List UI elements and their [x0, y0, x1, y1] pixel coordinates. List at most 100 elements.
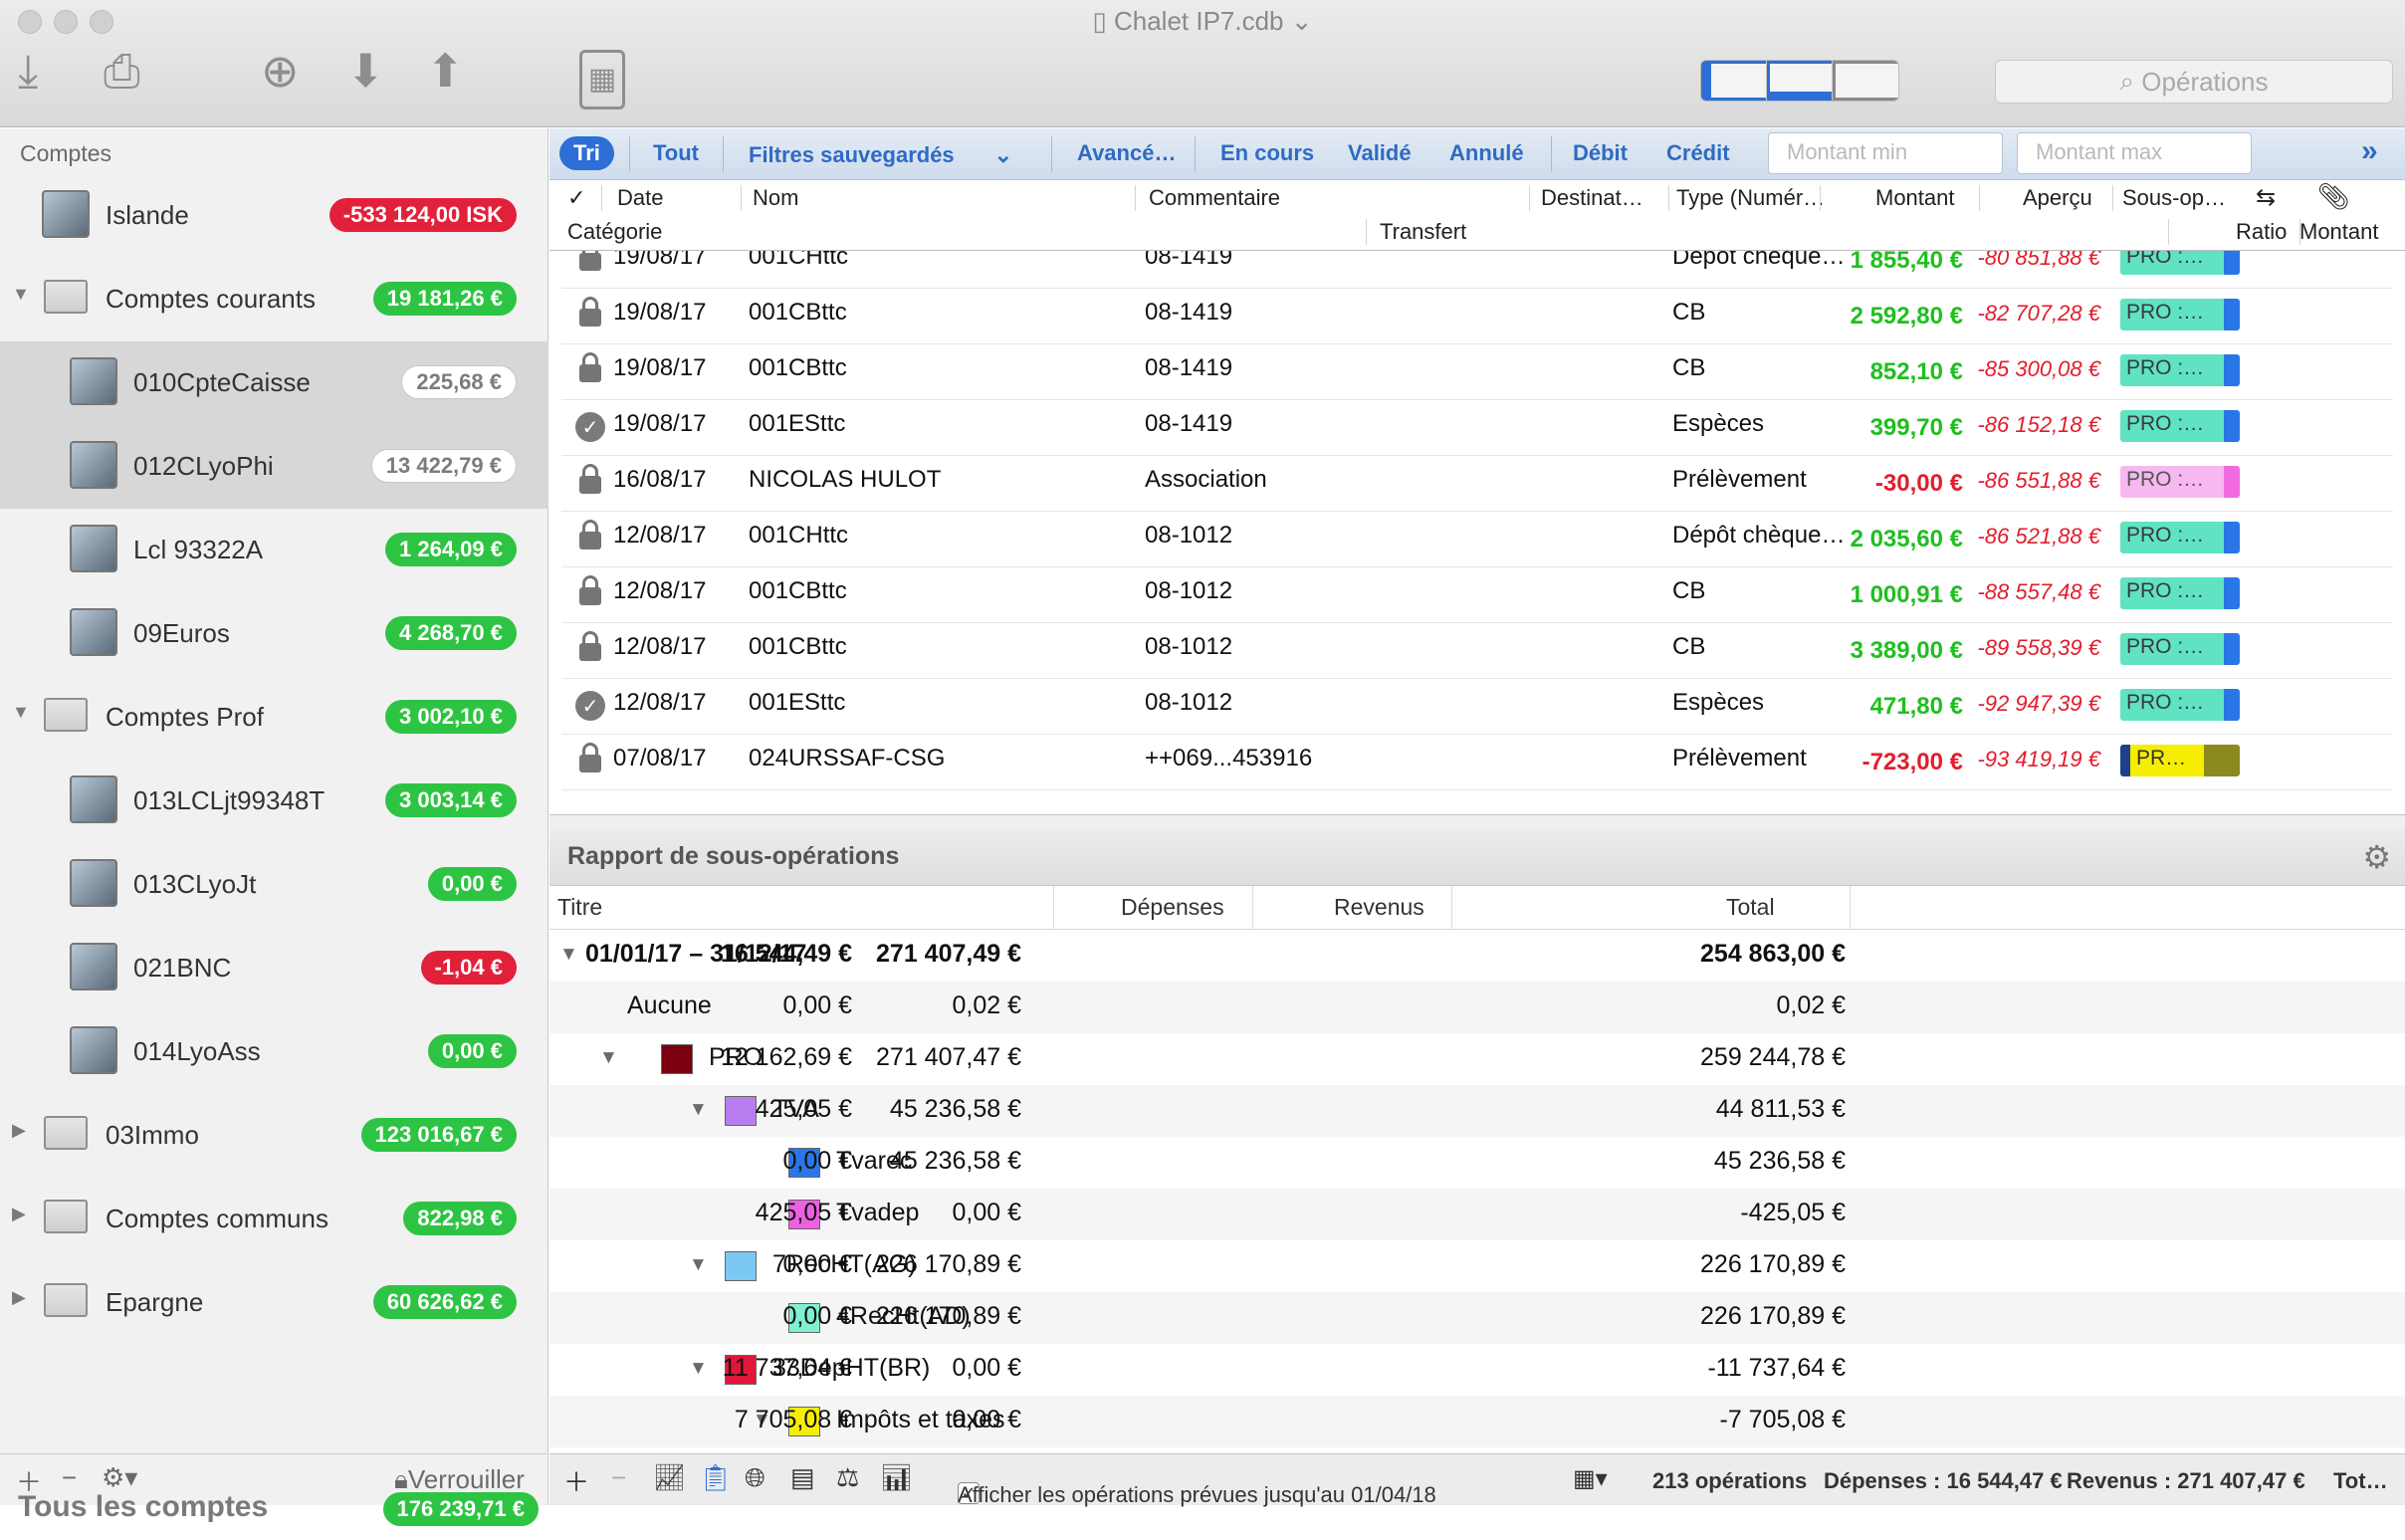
report-col-title[interactable]: Titre [557, 894, 602, 921]
col-ratio[interactable]: Ratio [2236, 219, 2287, 245]
operation-row[interactable]: 19/08/17 001CBttc 08-1419 CB 852,10 € -85 300… [561, 344, 2393, 400]
sort-button[interactable]: Tri [559, 136, 614, 170]
operation-row[interactable]: 19/08/17 001CBttc 08-1419 CB 2 592,80 € -82 7… [561, 289, 2393, 344]
filter-pending[interactable]: En cours [1220, 140, 1314, 166]
checkmark-circle-icon[interactable]: ✓ [575, 691, 605, 721]
account-item[interactable]: 09Euros 4 268,70 € [0, 592, 548, 676]
checkmark-circle-icon[interactable]: ✓ [575, 412, 605, 442]
account-item[interactable]: Lcl 93322A 1 264,09 € [0, 509, 548, 592]
account-group[interactable]: ▶ Epargne 60 626,62 € [0, 1261, 548, 1345]
disclosure-closed-icon[interactable]: ▶ [12, 1287, 26, 1308]
report-row[interactable]: 4RecHt(AD) 0,00 €226 170,89 €226 170,89 € [549, 1292, 2405, 1344]
disclosure-open-icon[interactable]: ▼ [559, 944, 578, 966]
col-amount-2[interactable]: Montant [2299, 219, 2379, 245]
operation-row[interactable]: 19/08/17 001CHttc 08-1419 Dépôt chèque… 1 85… [561, 251, 2393, 289]
account-item[interactable]: 010CpteCaisse 225,68 € [0, 341, 548, 425]
filter-cancelled[interactable]: Annulé [1449, 140, 1524, 166]
account-item[interactable]: Islande -533 124,00 ISK [0, 174, 548, 258]
split-divider[interactable] [549, 814, 2405, 828]
operation-row[interactable]: 07/08/17 024URSSAF-CSG ++069...453916 Prélè… [561, 735, 2393, 790]
disclosure-closed-icon[interactable]: ▶ [12, 1120, 26, 1141]
bar-chart-icon[interactable]: 📊︎ [880, 1462, 913, 1493]
padlock-icon[interactable] [579, 631, 601, 661]
disclosure-open-icon[interactable]: ▼ [12, 702, 30, 723]
transfer-arrows-icon[interactable]: ⇆ [2256, 183, 2276, 212]
filter-all[interactable]: Tout [653, 140, 699, 166]
account-item[interactable]: 014LyoAss 0,00 € [0, 1010, 548, 1094]
table-columns-icon[interactable]: ▦▾ [1573, 1464, 1608, 1493]
filter-debit[interactable]: Débit [1573, 140, 1628, 166]
account-group[interactable]: ▼ Comptes Prof 3 002,10 € [0, 676, 548, 760]
account-item[interactable]: 013LCLjt99348T 3 003,14 € [0, 760, 548, 843]
statement-icon[interactable]: ▤ [790, 1462, 815, 1493]
account-item[interactable]: 013CLyoJt 0,00 € [0, 843, 548, 927]
padlock-icon[interactable] [579, 352, 601, 382]
col-name[interactable]: Nom [753, 185, 798, 211]
subop-tag[interactable]: PRO :… [2120, 354, 2240, 386]
report-icon[interactable]: 📋︎ [699, 1462, 732, 1493]
report-col-expenses[interactable]: Dépenses [1121, 894, 1224, 921]
saved-filters-dropdown[interactable]: Filtres sauvegardés ⌄ [749, 142, 1012, 168]
gear-icon[interactable]: ⚙ [2362, 838, 2391, 876]
subop-tag[interactable]: PRO :… [2120, 466, 2240, 498]
padlock-icon[interactable] [579, 464, 601, 494]
amount-max-input[interactable]: Montant max [2017, 132, 2252, 174]
col-type[interactable]: Type (Numér… [1676, 185, 1825, 211]
line-chart-icon[interactable]: 📈︎ [653, 1462, 686, 1493]
col-category[interactable]: Catégorie [567, 219, 662, 245]
subop-tag[interactable]: PRO :… [2120, 410, 2240, 442]
operation-row[interactable]: 12/08/17 001CBttc 08-1012 CB 1 000,91 € -88 5… [561, 567, 2393, 623]
filter-validated[interactable]: Validé [1348, 140, 1412, 166]
window-title[interactable]: ▯ Chalet IP7.cdb ⌄ [0, 6, 2405, 37]
report-row[interactable]: Aucune 0,00 € 0,02 € 0,02 € [549, 982, 2405, 1033]
report-row[interactable]: Tvarec 0,00 €45 236,58 €45 236,58 € [549, 1137, 2405, 1189]
report-row[interactable]: ▼ TVA 425,05 €45 236,58 €44 811,53 € [549, 1085, 2405, 1137]
padlock-icon[interactable] [579, 575, 601, 605]
gear-menu-button[interactable]: ⚙▾ [102, 1462, 137, 1493]
subop-tag[interactable]: PRO :… [2120, 689, 2240, 721]
subop-tag[interactable]: PRO :… [2120, 251, 2240, 275]
filter-credit[interactable]: Crédit [1666, 140, 1730, 166]
lock-button[interactable]: 🔒︎Verrouiller [394, 1464, 525, 1496]
padlock-icon[interactable] [579, 743, 601, 772]
print-icon[interactable]: ⎙ [104, 48, 140, 94]
arrow-up-icon[interactable]: ⬆ [426, 48, 465, 94]
col-date[interactable]: Date [617, 185, 663, 211]
report-row[interactable]: ▼ PRO 12 162,69 €271 407,47 €259 244,78 € [549, 1033, 2405, 1085]
col-subop[interactable]: Sous-op… [2122, 185, 2226, 211]
report-col-income[interactable]: Revenus [1334, 894, 1424, 921]
expand-filters-icon[interactable]: » [2361, 134, 2378, 168]
operation-row[interactable]: 12/08/17 001CBttc 08-1012 CB 3 389,00 € -89 5… [561, 623, 2393, 679]
subop-tag[interactable]: PRO :… [2120, 522, 2240, 553]
amount-min-input[interactable]: Montant min [1768, 132, 2003, 174]
subop-tag[interactable]: PR… [2120, 745, 2240, 776]
disclosure-closed-icon[interactable]: ▶ [12, 1204, 26, 1224]
padlock-icon[interactable] [579, 297, 601, 327]
operation-row[interactable]: 16/08/17 NICOLAS HULOT Association Prélèvem… [561, 456, 2393, 512]
view-bottom-panel-button[interactable] [1767, 61, 1833, 101]
arrow-down-icon[interactable]: ⬇ [346, 48, 385, 94]
budget-icon[interactable]: ⚖ [836, 1462, 859, 1493]
view-sidebar-left-button[interactable] [1701, 61, 1767, 101]
account-item[interactable]: 021BNC -1,04 € [0, 927, 548, 1010]
search-field[interactable]: ⌕ Opérations [1995, 60, 2393, 104]
disclosure-open-icon[interactable]: ▼ [689, 1358, 708, 1380]
operation-row[interactable]: ✓ 12/08/17 001ESttc 08-1012 Espèces 471,80 € -… [561, 679, 2393, 735]
add-account-button[interactable]: ＋ [16, 1462, 42, 1499]
account-item[interactable]: 012CLyoPhi 13 422,79 € [0, 425, 548, 509]
filter-advanced[interactable]: Avancé… [1077, 140, 1176, 166]
padlock-icon[interactable] [579, 251, 601, 271]
subop-tag[interactable]: PRO :… [2120, 299, 2240, 330]
report-row[interactable]: Tvadep 425,05 €0,00 € -425,05 € [549, 1189, 2405, 1240]
account-group[interactable]: ▶ 03Immo 123 016,67 € [0, 1094, 548, 1178]
report-row[interactable]: ▼ Impôts et taxes 7 705,08 €0,00 € -7 705,0… [549, 1396, 2405, 1447]
padlock-icon[interactable] [579, 520, 601, 550]
disclosure-open-icon[interactable]: ▼ [689, 1099, 708, 1121]
calculator-icon[interactable]: ▦ [579, 50, 625, 110]
view-mode-segmented-control[interactable] [1700, 60, 1899, 102]
add-operation-button[interactable]: ＋ [563, 1462, 589, 1499]
report-row[interactable]: ▼ 33DepHT(BR) 11 737,64 €0,00 € -11 737,64 … [549, 1344, 2405, 1396]
account-group[interactable]: ▼ Comptes courants 19 181,26 € [0, 258, 548, 341]
report-row[interactable]: ▼ 01/01/17 – 31/12/17 16 544,49 €271 407,4… [549, 930, 2405, 982]
col-preview[interactable]: Aperçu [2023, 185, 2092, 211]
